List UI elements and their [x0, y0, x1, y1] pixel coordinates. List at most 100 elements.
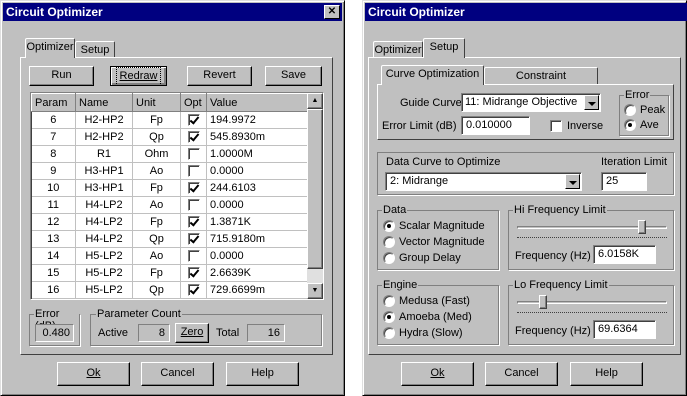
table-row[interactable]: 8 R1 Ohm 1.0000M [31, 145, 308, 163]
help-button[interactable]: Help [226, 362, 299, 386]
save-button[interactable]: Save [265, 66, 322, 86]
opt-cell[interactable] [180, 128, 207, 146]
value-cell: 194.9972 [206, 111, 308, 129]
vector-magnitude-label[interactable]: Vector Magnitude [399, 235, 485, 249]
hi-slider-thumb[interactable] [638, 220, 646, 234]
value-cell: 0.0000 [206, 162, 308, 180]
table-row[interactable]: 12 H4-LP2 Fp 1.3871K [31, 213, 308, 231]
revert-button[interactable]: Revert [187, 66, 252, 86]
opt-checkbox[interactable] [187, 165, 200, 178]
table-row[interactable]: 6 H2-HP2 Fp 194.9972 [31, 111, 308, 129]
hydra-radio[interactable] [383, 327, 395, 339]
scroll-thumb[interactable] [307, 109, 323, 269]
table-row[interactable]: 9 H3-HP1 Ao 0.0000 [31, 162, 308, 180]
group-delay-radio[interactable] [383, 252, 395, 264]
ave-label[interactable]: Ave [640, 118, 659, 132]
dialog-title: Circuit Optimizer [365, 3, 687, 21]
col-value[interactable]: Value [206, 93, 308, 112]
table-row[interactable]: 13 H4-LP2 Qp 715.9180m [31, 230, 308, 248]
opt-cell[interactable] [180, 264, 207, 282]
ok-button[interactable]: Ok [401, 362, 474, 386]
chevron-down-icon[interactable] [565, 174, 580, 189]
opt-cell[interactable] [180, 196, 207, 214]
redraw-button[interactable]: Redraw [110, 66, 167, 86]
table-row[interactable]: 11 H4-LP2 Ao 0.0000 [31, 196, 308, 214]
opt-cell[interactable] [180, 179, 207, 197]
amoeba-radio[interactable] [383, 311, 395, 323]
subtab-curve-optimization[interactable]: Curve Optimization [381, 65, 484, 85]
guide-curve-select[interactable]: 11: Midrange Objective [461, 93, 601, 112]
table-row[interactable]: 10 H3-HP1 Fp 244.6103 [31, 179, 308, 197]
peak-radio[interactable] [624, 104, 636, 116]
lo-frequency-input[interactable]: 69.6364 [593, 320, 656, 339]
opt-cell[interactable] [180, 281, 207, 299]
opt-checkbox[interactable] [187, 284, 200, 297]
subtab-constraint-optimization[interactable]: Constraint Optimization [484, 67, 598, 99]
unit-cell: Fp [132, 264, 181, 282]
tab-setup[interactable]: Setup [75, 41, 115, 58]
help-button[interactable]: Help [570, 362, 643, 386]
unit-cell: Fp [132, 213, 181, 231]
cancel-button[interactable]: Cancel [141, 362, 214, 386]
opt-cell[interactable] [180, 111, 207, 129]
name-cell: H3-HP1 [75, 162, 133, 180]
opt-checkbox[interactable] [187, 199, 200, 212]
tab-setup[interactable]: Setup [423, 38, 465, 58]
vector-magnitude-radio[interactable] [383, 236, 395, 248]
opt-cell[interactable] [180, 230, 207, 248]
table-row[interactable]: 16 H5-LP2 Qp 729.6699m [31, 281, 308, 299]
col-name[interactable]: Name [75, 93, 133, 112]
ok-button[interactable]: Ok [57, 362, 130, 386]
table-row[interactable]: 15 H5-LP2 Fp 2.6639K [31, 264, 308, 282]
lo-frequency-group: Lo Frequency Limit Frequency (Hz) 69.636… [508, 279, 674, 345]
col-param[interactable]: Param [31, 93, 76, 112]
table-row[interactable]: 14 H5-LP2 Ao 0.0000 [31, 247, 308, 265]
col-opt[interactable]: Opt [180, 93, 207, 112]
opt-cell[interactable] [180, 162, 207, 180]
hi-frequency-slider[interactable] [517, 220, 667, 238]
tab-optimizer[interactable]: Optimizer [373, 41, 423, 58]
medusa-radio[interactable] [383, 295, 395, 307]
inverse-checkbox[interactable] [550, 120, 562, 132]
opt-checkbox[interactable] [187, 114, 200, 127]
chevron-down-icon[interactable] [584, 95, 599, 110]
medusa-label[interactable]: Medusa (Fast) [399, 294, 470, 308]
error-limit-input[interactable]: 0.010000 [461, 116, 530, 135]
zero-button[interactable]: Zero [175, 323, 209, 343]
close-icon[interactable]: ✕ [324, 5, 340, 19]
opt-checkbox[interactable] [187, 233, 200, 246]
col-unit[interactable]: Unit [132, 93, 181, 112]
group-delay-label[interactable]: Group Delay [399, 251, 461, 265]
run-button[interactable]: Run [29, 66, 94, 86]
tab-optimizer[interactable]: Optimizer [25, 38, 75, 58]
opt-checkbox[interactable] [187, 182, 200, 195]
opt-cell[interactable] [180, 145, 207, 163]
table-row[interactable]: 7 H2-HP2 Qp 545.8930m [31, 128, 308, 146]
scroll-down-icon[interactable]: ▼ [307, 283, 323, 299]
iteration-limit-input[interactable]: 25 [601, 172, 647, 191]
inverse-label[interactable]: Inverse [567, 119, 603, 133]
opt-checkbox[interactable] [187, 250, 200, 263]
opt-cell[interactable] [180, 247, 207, 265]
opt-checkbox[interactable] [187, 131, 200, 144]
scalar-magnitude-label[interactable]: Scalar Magnitude [399, 219, 485, 233]
peak-label[interactable]: Peak [640, 103, 665, 117]
cancel-button[interactable]: Cancel [485, 362, 558, 386]
opt-checkbox[interactable] [187, 148, 200, 161]
table-scrollbar[interactable]: ▲ ▼ [307, 93, 323, 299]
data-curve-select[interactable]: 2: Midrange [385, 172, 582, 191]
amoeba-label[interactable]: Amoeba (Med) [399, 310, 472, 324]
opt-checkbox[interactable] [187, 216, 200, 229]
opt-cell[interactable] [180, 213, 207, 231]
lo-slider-thumb[interactable] [539, 295, 547, 309]
lo-frequency-slider[interactable] [517, 295, 667, 313]
value-cell: 1.3871K [206, 213, 308, 231]
scroll-up-icon[interactable]: ▲ [307, 93, 323, 109]
value-cell: 0.0000 [206, 247, 308, 265]
ave-radio[interactable] [624, 119, 636, 131]
unit-cell: Ao [132, 196, 181, 214]
hi-frequency-input[interactable]: 6.0158K [593, 245, 656, 264]
scalar-magnitude-radio[interactable] [383, 220, 395, 232]
opt-checkbox[interactable] [187, 267, 200, 280]
hydra-label[interactable]: Hydra (Slow) [399, 326, 463, 340]
